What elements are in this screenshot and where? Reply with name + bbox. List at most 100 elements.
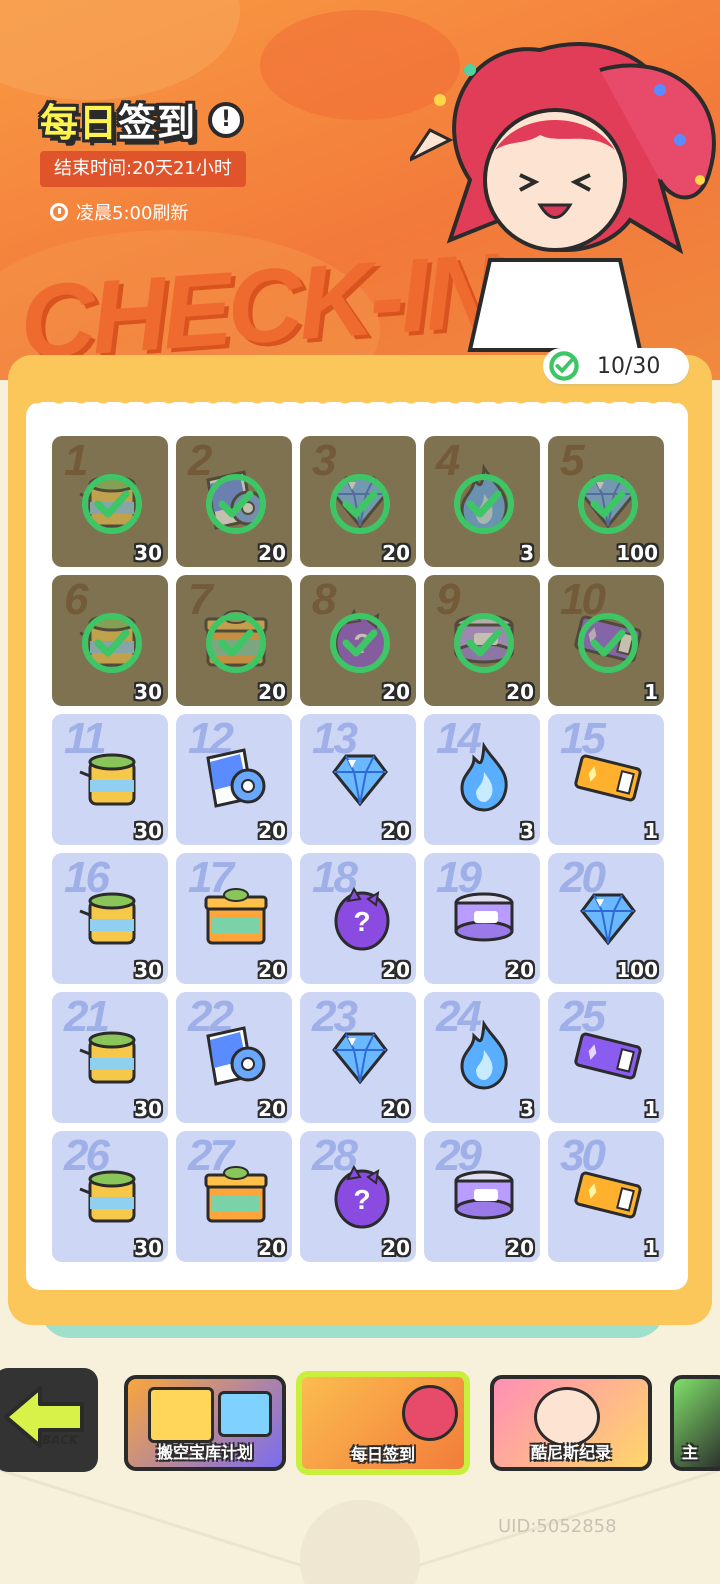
can-icon [448,881,520,953]
reward-quantity: 20 [258,958,286,982]
day-cell-27[interactable]: 27 20 [176,1131,292,1262]
day-cell-30[interactable]: 30 1 [548,1131,664,1262]
refresh-text: 凌晨5:00刷新 [76,203,189,224]
checkmark-icon [576,472,640,536]
checkmark-icon [204,611,268,675]
day-cell-15[interactable]: 15 1 [548,714,664,845]
box-icon [200,1159,272,1231]
svg-text:?: ? [353,906,370,937]
reward-quantity: 20 [258,1236,286,1260]
reward-quantity: 20 [506,680,534,704]
day-cell-2[interactable]: 2 20 [176,436,292,567]
checkmark-icon [452,611,516,675]
ticket-gold-icon [572,742,644,814]
nav-item-vault-plan[interactable]: 搬空宝库计划 [124,1375,286,1471]
reward-quantity: 3 [520,819,534,843]
jar-icon [76,1020,148,1092]
reward-grid: 1 30 2 20 3 20 4 3 5 100 6 30 7 20 8? 20 9 20 10 1 11 30 12 20 1… [52,436,664,1262]
day-cell-21[interactable]: 21 30 [52,992,168,1123]
nav-item-daily-checkin[interactable]: 每日签到 [296,1371,470,1475]
page-title: 每日签到 ! [40,92,245,147]
reward-quantity: 20 [258,1097,286,1121]
box-icon [200,881,272,953]
checkmark-icon [452,472,516,536]
day-cell-17[interactable]: 17 20 [176,853,292,984]
nav-label-main: 主 [682,1443,699,1462]
day-cell-14[interactable]: 14 3 [424,714,540,845]
day-cell-16[interactable]: 16 30 [52,853,168,984]
day-cell-19[interactable]: 19 20 [424,853,540,984]
day-cell-29[interactable]: 29 20 [424,1131,540,1262]
day-cell-22[interactable]: 22 20 [176,992,292,1123]
reward-quantity: 30 [134,1097,162,1121]
reward-quantity: 30 [134,680,162,704]
progress-count: 10/30 [597,353,661,379]
day-cell-1[interactable]: 1 30 [52,436,168,567]
nav-item-main[interactable]: 主 [670,1375,720,1471]
day-cell-28[interactable]: 28? 20 [300,1131,416,1262]
day-cell-4[interactable]: 43 [424,436,540,567]
nav-label-daily-checkin: 每日签到 [350,1445,415,1464]
day-cell-12[interactable]: 12 20 [176,714,292,845]
day-cell-23[interactable]: 23 20 [300,992,416,1123]
reward-quantity: 30 [134,819,162,843]
flame-icon [448,1019,520,1092]
reward-quantity: 100 [616,541,658,565]
tape-icon [200,1020,272,1092]
user-id: UID:5052858 [498,1516,617,1537]
nav-item-records[interactable]: 酷尼斯纪录 [490,1375,652,1471]
clock-icon [50,203,68,221]
reward-quantity: 20 [382,1236,410,1260]
day-cell-26[interactable]: 26 30 [52,1131,168,1262]
day-cell-3[interactable]: 3 20 [300,436,416,567]
day-cell-20[interactable]: 20 100 [548,853,664,984]
reward-quantity: 20 [258,819,286,843]
reward-quantity: 20 [382,541,410,565]
title-part1: 每日 [40,101,119,145]
day-cell-5[interactable]: 5 100 [548,436,664,567]
check-circle-icon [546,348,582,384]
reward-quantity: 20 [382,958,410,982]
reward-quantity: 20 [258,541,286,565]
card-scallop-edge [26,395,688,409]
egg-icon: ? [324,1159,396,1231]
header-banner: CHECK-IN 每日签到 ! 结束时间:20天21小时 凌晨5:00刷新 [0,0,720,380]
day-cell-9[interactable]: 9 20 [424,575,540,706]
reward-quantity: 1 [644,680,658,704]
reward-quantity: 20 [382,819,410,843]
gem-icon [324,1020,396,1092]
svg-text:?: ? [353,1184,370,1215]
title-part2: 签到 [118,101,197,145]
progress-badge: 10/30 [543,348,689,384]
checkmark-icon [204,472,268,536]
ticket-gold-icon [572,1159,644,1231]
nav-label-records: 酷尼斯纪录 [530,1443,611,1462]
checkmark-icon [328,472,392,536]
checkmark-icon [576,611,640,675]
reward-quantity: 3 [520,541,534,565]
exclamation-icon[interactable]: ! [208,101,245,138]
day-cell-10[interactable]: 10 1 [548,575,664,706]
can-icon [448,1159,520,1231]
refresh-info: 凌晨5:00刷新 [50,199,188,225]
reward-quantity: 3 [520,1097,534,1121]
day-cell-25[interactable]: 25 1 [548,992,664,1123]
day-cell-6[interactable]: 6 30 [52,575,168,706]
day-cell-11[interactable]: 11 30 [52,714,168,845]
reward-quantity: 20 [382,680,410,704]
reward-quantity: 30 [134,1236,162,1260]
tape-icon [200,742,272,814]
day-cell-24[interactable]: 24 3 [424,992,540,1123]
egg-icon: ? [324,881,396,953]
day-cell-13[interactable]: 13 20 [300,714,416,845]
reward-quantity: 1 [644,1236,658,1260]
reward-quantity: 30 [134,958,162,982]
reward-quantity: 100 [616,958,658,982]
reward-quantity: 20 [506,1236,534,1260]
day-cell-7[interactable]: 7 20 [176,575,292,706]
reward-quantity: 20 [506,958,534,982]
gem-icon [324,742,396,814]
jar-icon [76,742,148,814]
day-cell-8[interactable]: 8? 20 [300,575,416,706]
day-cell-18[interactable]: 18? 20 [300,853,416,984]
